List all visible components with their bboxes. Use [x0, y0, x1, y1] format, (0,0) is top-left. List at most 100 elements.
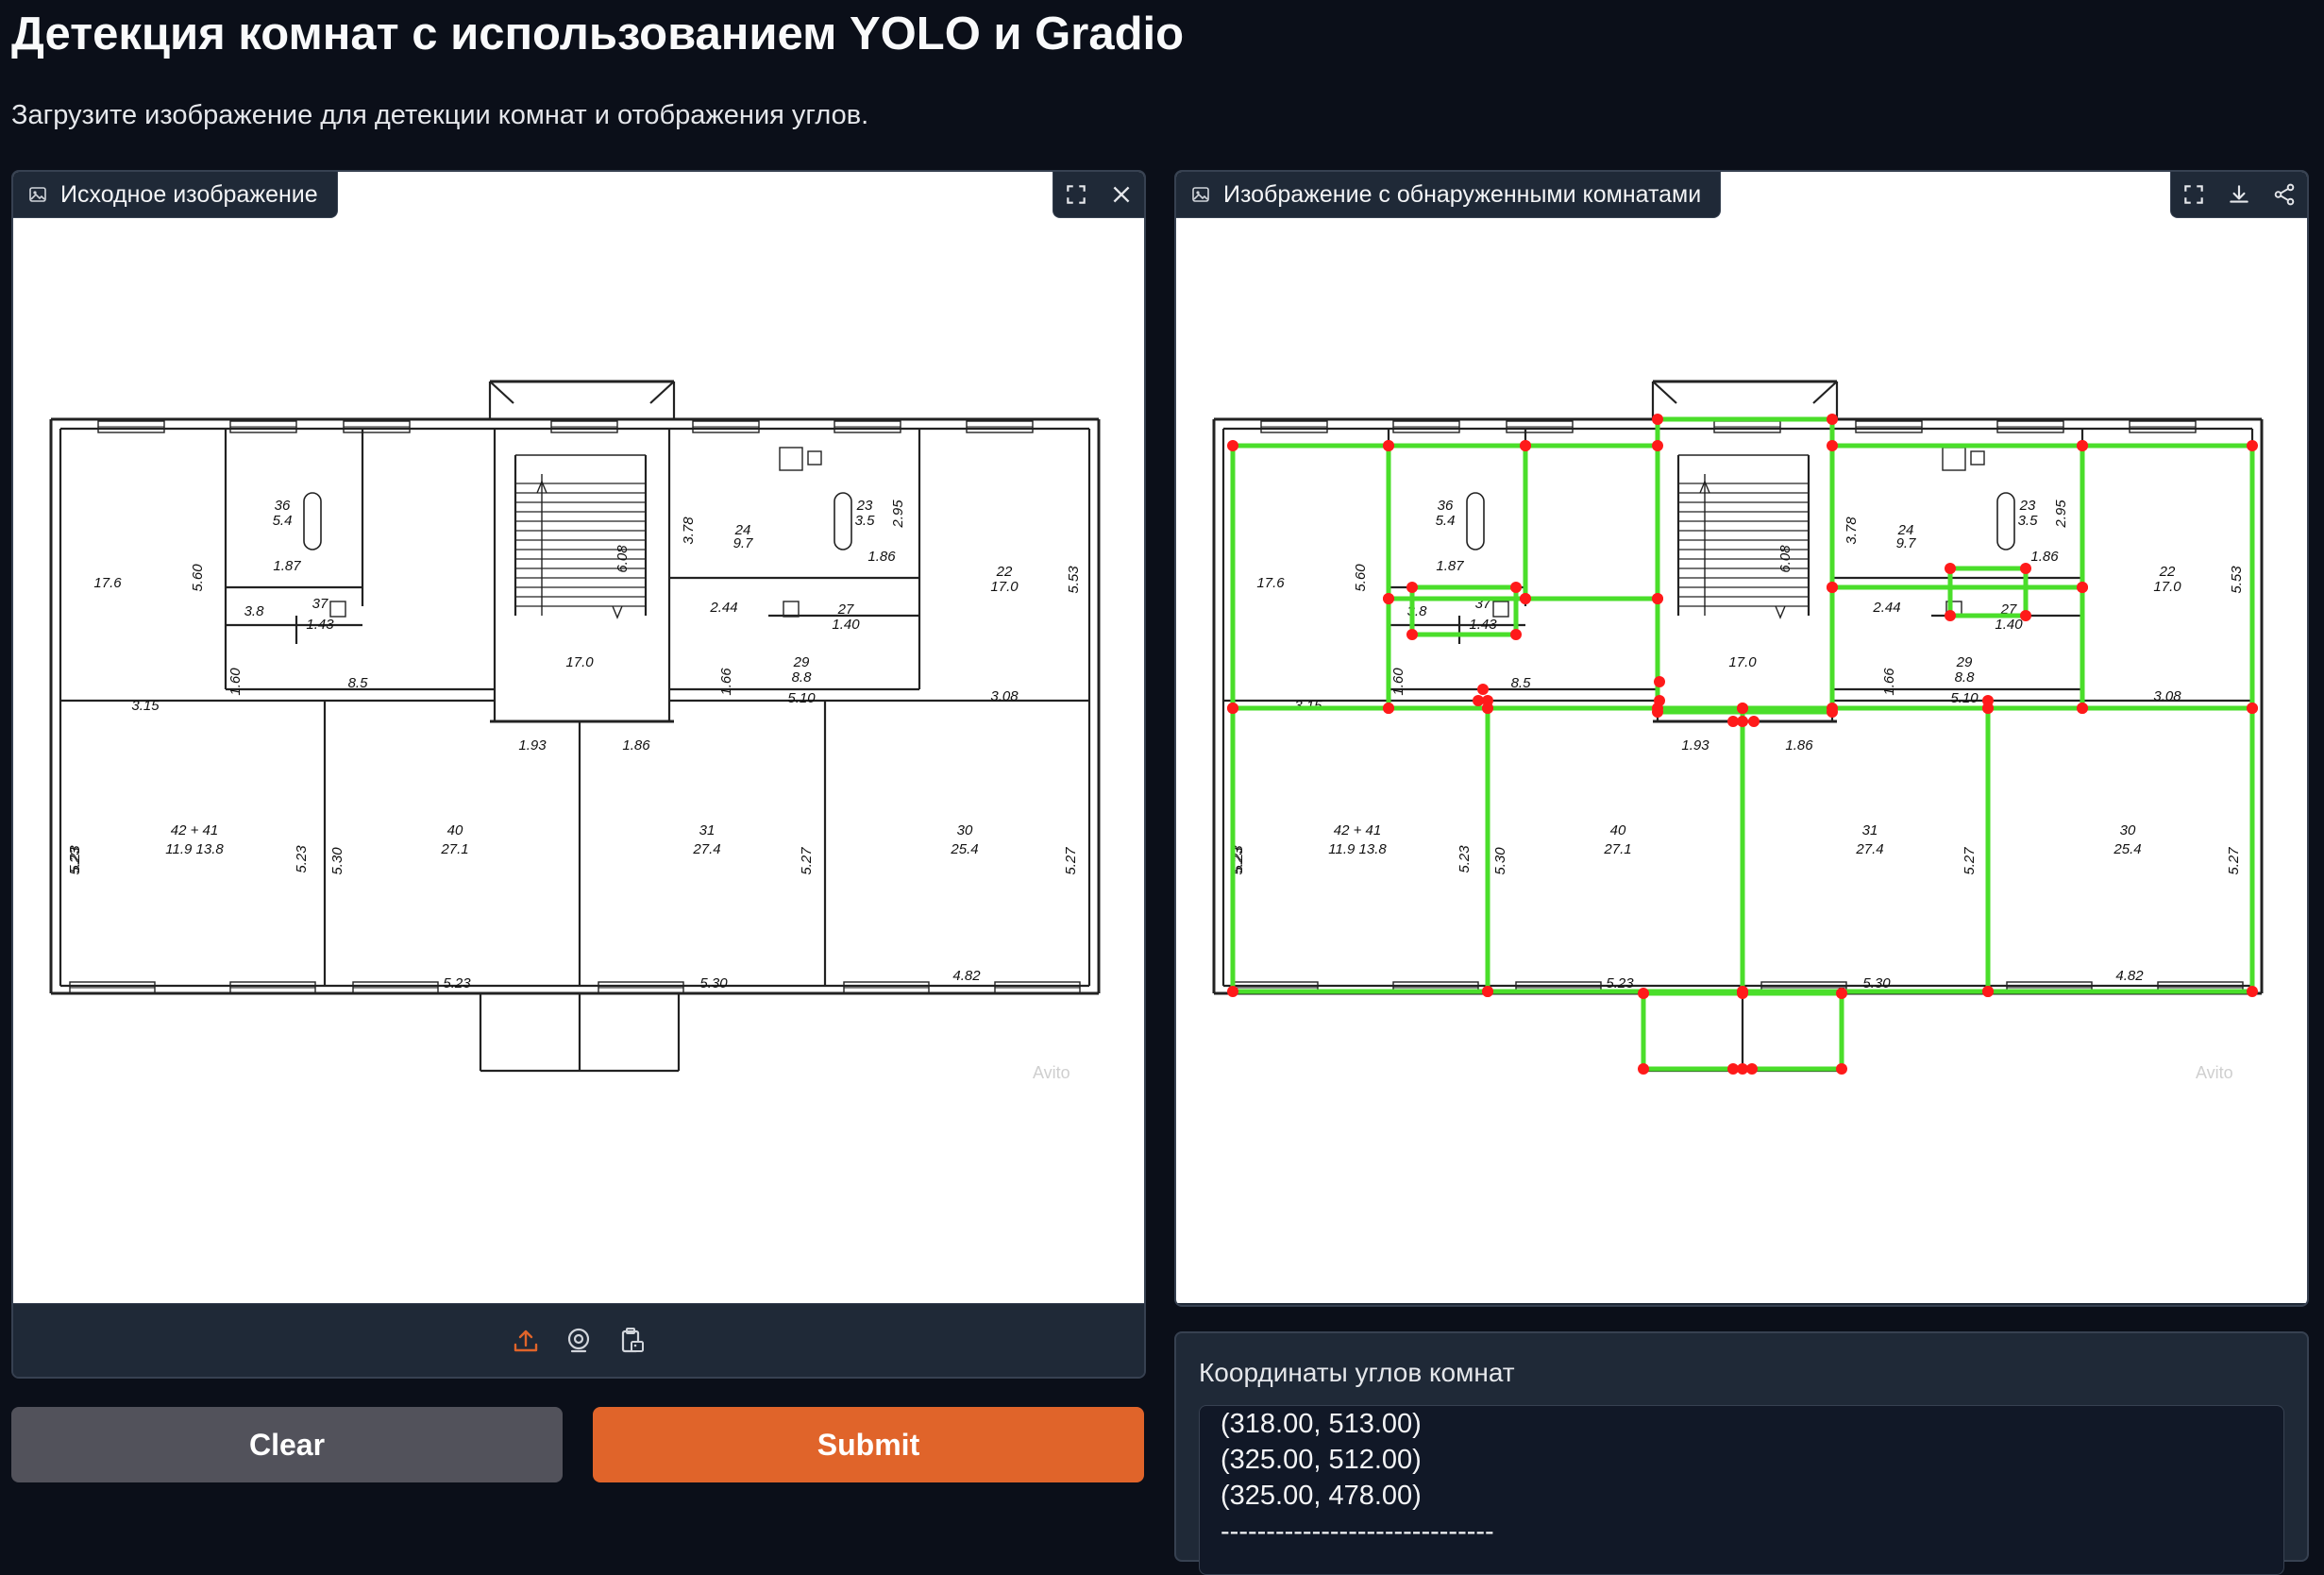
detection-box: [1409, 584, 1519, 637]
bathtub: [834, 492, 852, 550]
corner-point: [1406, 629, 1418, 640]
clear-button[interactable]: Clear: [11, 1407, 563, 1482]
clear-image-button[interactable]: [1099, 172, 1144, 217]
plan-label: 2.95: [2053, 500, 2069, 529]
coordinate-line: (325.00, 512.00): [1221, 1445, 1422, 1475]
plan-label: 1.86: [867, 549, 896, 565]
plan-label: 23: [2019, 498, 2036, 514]
plan-label: 5.60: [1353, 564, 1369, 592]
plan-label: 2.44: [709, 600, 737, 616]
plan-label: 27.1: [440, 841, 468, 857]
close-icon: [1113, 186, 1130, 203]
detection-box: [1386, 443, 1528, 601]
plan-label: 5.53: [2229, 566, 2245, 594]
plan-label: 22: [2159, 564, 2176, 580]
corner-point: [2077, 703, 2088, 714]
share-icon: [2274, 183, 2295, 206]
corner-point: [1482, 695, 1493, 706]
plan-label: 29: [793, 654, 810, 670]
plan-label: 17.0: [2153, 579, 2181, 595]
wall-line: [489, 381, 514, 404]
wall-line: [1812, 381, 1838, 404]
corner-point: [1520, 593, 1531, 604]
corner-point: [1827, 440, 1838, 451]
plan-label: 11.9 13.8: [165, 841, 224, 857]
plan-label: 1.87: [1436, 558, 1464, 574]
plan-label: 42 + 41: [1334, 822, 1381, 838]
submit-button[interactable]: Submit: [593, 1407, 1144, 1482]
upload-source-button[interactable]: [510, 1325, 542, 1357]
corner-point: [1737, 988, 1748, 999]
detection-box: [1523, 443, 1660, 601]
toilet: [329, 601, 346, 618]
image-icon: [29, 187, 46, 202]
fullscreen-button[interactable]: [2171, 172, 2216, 217]
plan-label: 36: [275, 498, 291, 514]
plan-label: 1.93: [518, 737, 547, 754]
input-image-area[interactable]: 17.6 5.60 36 5.4 1.87 3.8 37 1.43 6.08 17.0 3.78 24…: [13, 172, 1144, 1303]
plan-label: 29: [1956, 654, 1973, 670]
plan-label: 8.5: [348, 675, 369, 691]
upload-icon: [514, 1329, 538, 1352]
detection-box: [1386, 596, 1660, 711]
plan-label: 5.27: [2226, 847, 2242, 875]
plan-label: 1.93: [1681, 737, 1709, 754]
plan-label: 3.08: [990, 688, 1019, 704]
image-icon: [1192, 187, 1209, 202]
input-image-panel[interactable]: 17.6 5.60 36 5.4 1.87 3.8 37 1.43 6.08 17.0 3.78 24…: [11, 170, 1146, 1379]
plan-label: 17.6: [1256, 575, 1285, 591]
corner-point: [1746, 1063, 1758, 1075]
plan-label: 5.23: [1457, 845, 1473, 873]
corner-point: [1406, 582, 1418, 593]
plan-label: 5.30: [1492, 847, 1508, 875]
plan-label: 27.1: [1603, 841, 1631, 857]
plan-label: 3.5: [2018, 513, 2039, 529]
plan-label: 5.4: [1436, 513, 1456, 529]
clipboard-source-button[interactable]: [615, 1325, 648, 1357]
wall-line: [1652, 381, 1677, 404]
output-floorplan-image: 17.6 5.60365.41.873.8 371.436.0817.03.78 24…: [1212, 380, 2264, 1082]
plan-label: 5.10: [1950, 690, 1979, 706]
fullscreen-button[interactable]: [1053, 172, 1099, 217]
plan-label: 40: [447, 822, 463, 838]
corner-point: [1654, 695, 1665, 706]
fullscreen-icon: [1067, 185, 1086, 204]
corner-point: [1737, 703, 1748, 714]
plan-label: 5.23: [294, 845, 310, 873]
plan-label: 27.4: [1855, 841, 1883, 857]
plan-label: 22: [996, 564, 1013, 580]
plan-label: 2.44: [1872, 600, 1900, 616]
stair-arrow: [1775, 605, 1786, 619]
page-title: Детекция комнат с использованием YOLO и …: [11, 8, 1185, 59]
share-button[interactable]: [2262, 172, 2307, 217]
corner-point: [1227, 703, 1238, 714]
plan-label: 1.86: [1785, 737, 1813, 754]
plan-label: 30: [2120, 822, 2136, 838]
stove: [1942, 447, 1966, 471]
plan-label: 5.23: [1606, 975, 1634, 991]
plan-label: 17.0: [990, 579, 1019, 595]
corner-point: [1383, 593, 1394, 604]
plan-label: 9.7: [1896, 535, 1917, 551]
corner-coordinates-panel: Координаты углов комнат (318.00, 513.00)…: [1174, 1331, 2309, 1575]
sink: [1970, 450, 1985, 466]
corner-point: [1748, 716, 1760, 727]
plan-label: 8.8: [792, 669, 813, 686]
corner-point: [1227, 440, 1238, 451]
plan-label: 25.4: [2113, 841, 2141, 857]
corner-point: [1836, 988, 1847, 999]
plan-label: 27: [837, 601, 854, 618]
corner-point: [1510, 629, 1522, 640]
corner-point: [2077, 440, 2088, 451]
plan-label: 31: [699, 822, 716, 838]
plan-label: 8.5: [1511, 675, 1532, 691]
plan-label: 37: [312, 596, 328, 612]
plan-label: 42 + 41: [171, 822, 218, 838]
plan-label: 1.66: [718, 668, 734, 696]
plan-label: 40: [1610, 822, 1626, 838]
fullscreen-icon: [2184, 185, 2203, 204]
plan-label: 25.4: [950, 841, 978, 857]
download-button[interactable]: [2216, 172, 2262, 217]
coordinates-textbox[interactable]: (318.00, 513.00) (325.00, 512.00) (325.0…: [1199, 1405, 2284, 1575]
webcam-source-button[interactable]: [563, 1325, 595, 1357]
